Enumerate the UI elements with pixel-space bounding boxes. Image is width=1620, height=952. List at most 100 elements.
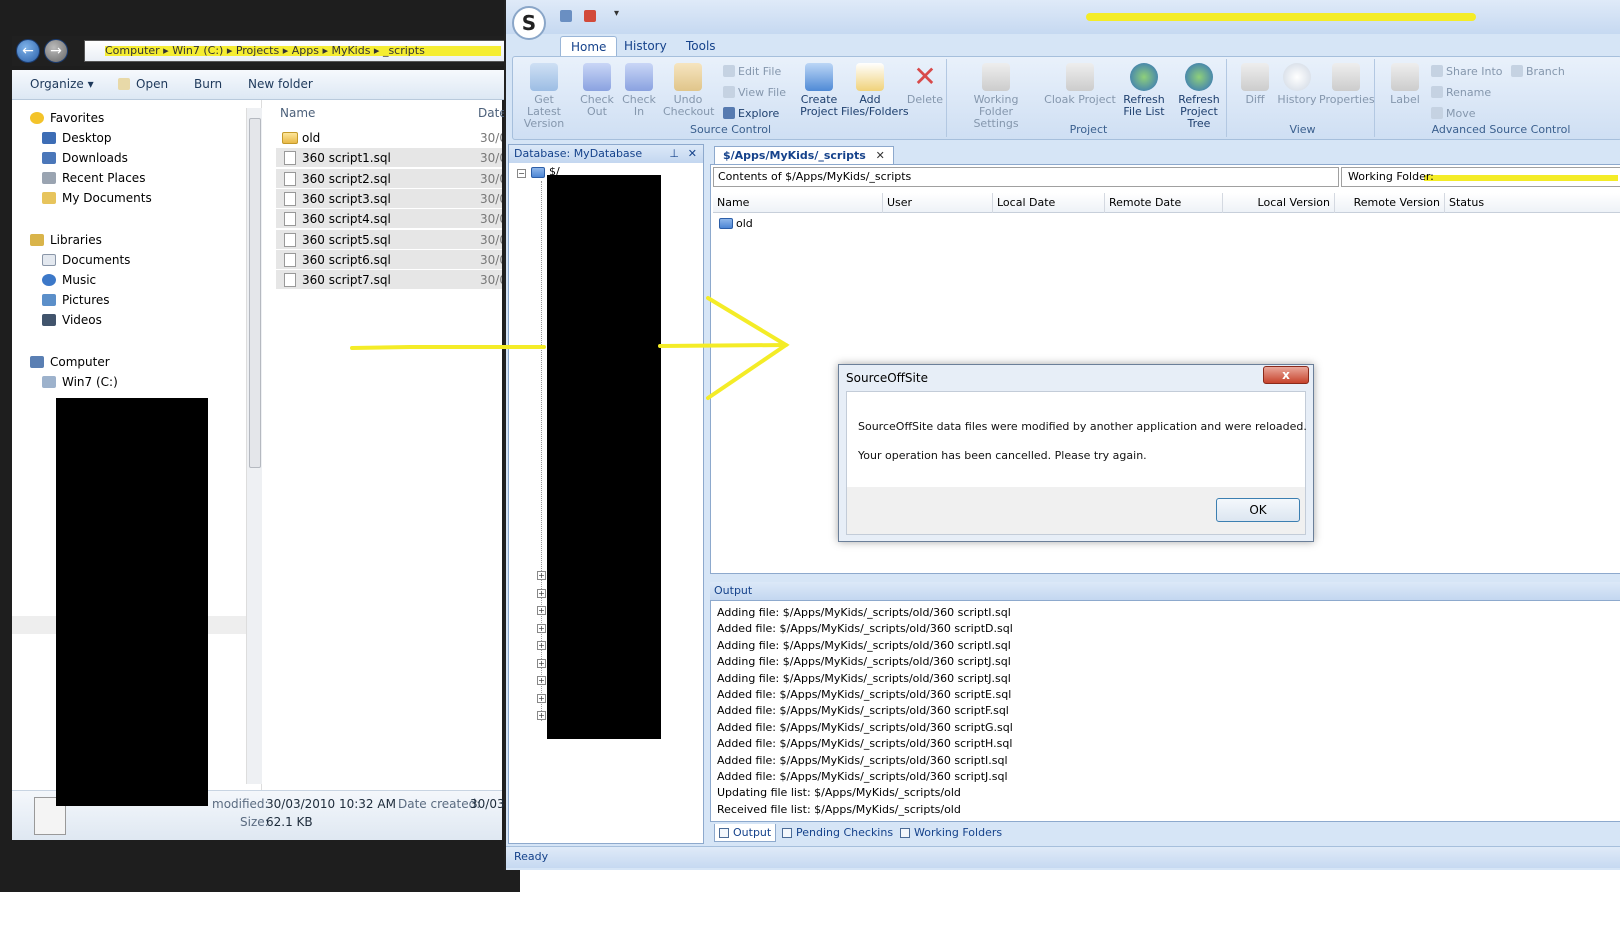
output-line: Added file: $/Apps/MyKids/_scripts/old/3… xyxy=(717,720,1013,734)
dialog-close-button[interactable]: x xyxy=(1263,366,1309,384)
refresh-file-list-button[interactable]: Refresh File List xyxy=(1119,63,1169,118)
stop-icon[interactable] xyxy=(584,10,596,22)
tab-output[interactable]: Output xyxy=(714,824,777,842)
share-into-button[interactable]: Share Into xyxy=(1431,65,1503,78)
nav-computer[interactable]: Computer xyxy=(30,352,110,372)
nav-my-documents[interactable]: My Documents xyxy=(42,188,152,208)
nav-documents[interactable]: Documents xyxy=(42,250,130,270)
nav-music[interactable]: Music xyxy=(42,270,96,290)
get-latest-button[interactable]: Get Latest Version xyxy=(519,63,569,130)
diff-button[interactable]: Diff xyxy=(1235,63,1275,106)
grid-col-local-version[interactable]: Local Version xyxy=(1223,193,1335,213)
back-arrow-icon[interactable]: ← xyxy=(16,39,40,63)
label-button[interactable]: Label xyxy=(1383,63,1427,106)
edit-file-button[interactable]: Edit File xyxy=(723,65,781,78)
check-in-button[interactable]: Check In xyxy=(621,63,657,118)
forward-arrow-icon[interactable]: → xyxy=(44,39,68,63)
nav-favorites-label: Favorites xyxy=(50,111,105,125)
working-folder-button[interactable]: Working Folder Settings xyxy=(955,63,1037,130)
move-button[interactable]: Move xyxy=(1431,107,1476,120)
nav-win7-drive[interactable]: Win7 (C:) xyxy=(42,372,118,392)
move-label: Move xyxy=(1446,107,1476,120)
grid-col-name[interactable]: Name xyxy=(713,193,883,213)
refresh-project-tree-button[interactable]: Refresh Project Tree xyxy=(1169,63,1229,130)
branch-button[interactable]: Branch xyxy=(1511,65,1565,78)
quick-access-icon[interactable] xyxy=(560,10,572,22)
file-row[interactable]: 360 script4.sql 30/0 xyxy=(276,209,502,230)
tree-expander[interactable]: + xyxy=(537,693,546,703)
nav-recent-places[interactable]: Recent Places xyxy=(42,168,145,188)
tree-expander[interactable]: − xyxy=(517,169,526,178)
grid-col-remote-date[interactable]: Remote Date xyxy=(1105,193,1223,213)
tree-expander[interactable]: + xyxy=(537,571,546,580)
tab-pending-checkins[interactable]: Pending Checkins xyxy=(778,824,897,842)
nav-downloads-label: Downloads xyxy=(62,151,128,165)
column-header-name[interactable]: Name xyxy=(280,106,315,120)
burn-button[interactable]: Burn xyxy=(194,77,222,91)
grid-col-status[interactable]: Status xyxy=(1445,193,1620,213)
nav-desktop[interactable]: Desktop xyxy=(42,128,112,148)
file-row[interactable]: 360 script1.sql 30/0 xyxy=(276,148,502,169)
close-icon[interactable]: ✕ xyxy=(876,149,885,162)
file-row[interactable]: 360 script2.sql 30/0 xyxy=(276,168,502,189)
scrollbar-thumb[interactable] xyxy=(249,118,261,468)
tree-expander[interactable]: + xyxy=(537,606,546,615)
file-row[interactable]: 360 script6.sql 30/0 xyxy=(276,249,502,270)
tab-tools[interactable]: Tools xyxy=(676,36,726,56)
nav-libraries[interactable]: Libraries xyxy=(30,230,102,250)
history-button[interactable]: History xyxy=(1275,63,1319,106)
tree-expander[interactable]: + xyxy=(537,623,546,633)
dialog-title: SourceOffSite xyxy=(846,371,928,385)
navigation-scrollbar[interactable] xyxy=(246,108,262,784)
ok-button[interactable]: OK xyxy=(1216,498,1300,522)
file-row[interactable]: 360 script5.sql 30/0 xyxy=(276,229,502,250)
nav-favorites[interactable]: Favorites xyxy=(30,108,104,128)
properties-button[interactable]: Properties xyxy=(1319,63,1375,106)
delete-button[interactable]: ✕ Delete xyxy=(905,63,945,106)
group-advanced: Label Share Into Rename Move Branch Adva… xyxy=(1379,59,1620,137)
output-area: Adding file: $/Apps/MyKids/_scripts/old/… xyxy=(710,600,1620,822)
explore-button[interactable]: Explore xyxy=(723,107,779,120)
tab-working-folders[interactable]: Working Folders xyxy=(896,824,1006,842)
working-folder-bar[interactable]: Working Folder: xyxy=(1341,167,1620,187)
grid-row[interactable]: old xyxy=(719,217,753,231)
close-icon[interactable]: ✕ xyxy=(688,145,697,163)
tree-expander[interactable]: + xyxy=(537,658,546,668)
column-header-date[interactable]: Date xyxy=(478,106,507,120)
check-out-button[interactable]: Check Out xyxy=(577,63,617,118)
nav-videos[interactable]: Videos xyxy=(42,310,102,330)
document-tab[interactable]: $/Apps/MyKids/_scripts ✕ xyxy=(714,146,894,164)
cloak-project-button[interactable]: Cloak Project xyxy=(1043,63,1117,106)
tree-expander[interactable]: + xyxy=(537,711,546,720)
tree-expander[interactable]: + xyxy=(537,641,546,650)
pin-icon[interactable]: ⊥ xyxy=(669,145,679,163)
add-files-button[interactable]: Add Files/Folders xyxy=(841,63,909,118)
grid-col-remote-version[interactable]: Remote Version xyxy=(1335,193,1445,213)
folder-icon xyxy=(282,132,298,144)
view-file-button[interactable]: View File xyxy=(723,86,786,99)
file-row[interactable]: 360 script3.sql 30/0 xyxy=(276,188,502,209)
organize-button[interactable]: Organize ▾ xyxy=(30,77,94,91)
tree-expander[interactable]: + xyxy=(537,676,546,685)
nav-downloads[interactable]: Downloads xyxy=(42,148,128,168)
undo-checkout-button[interactable]: Undo Checkout xyxy=(663,63,714,118)
qat-dropdown-icon[interactable]: ▾ xyxy=(614,8,619,19)
tab-history[interactable]: History xyxy=(614,36,677,56)
grid-col-user[interactable]: User xyxy=(883,193,993,213)
nav-pictures[interactable]: Pictures xyxy=(42,290,110,310)
nav-win7-label: Win7 (C:) xyxy=(62,375,118,389)
rename-button[interactable]: Rename xyxy=(1431,86,1491,99)
address-bar[interactable]: Computer ▸ Win7 (C:) ▸ Projects ▸ Apps ▸… xyxy=(84,40,510,62)
sql-file-icon xyxy=(284,232,296,247)
output-line: Added file: $/Apps/MyKids/_scripts/old/3… xyxy=(717,737,1013,751)
open-button[interactable]: Open xyxy=(118,77,168,91)
grid-col-local-date[interactable]: Local Date xyxy=(993,193,1105,213)
create-project-button[interactable]: Create Project xyxy=(795,63,843,118)
dialog-message-2: Your operation has been cancelled. Pleas… xyxy=(858,449,1147,462)
folder-row[interactable]: old 30/0 xyxy=(276,128,502,148)
tab-home[interactable]: Home xyxy=(560,36,618,56)
new-folder-button[interactable]: New folder xyxy=(248,77,313,91)
tree-expander[interactable]: + xyxy=(537,588,546,598)
contents-of-bar: Contents of $/Apps/MyKids/_scripts xyxy=(713,167,1339,187)
file-row[interactable]: 360 script7.sql 30/0 xyxy=(276,270,502,291)
